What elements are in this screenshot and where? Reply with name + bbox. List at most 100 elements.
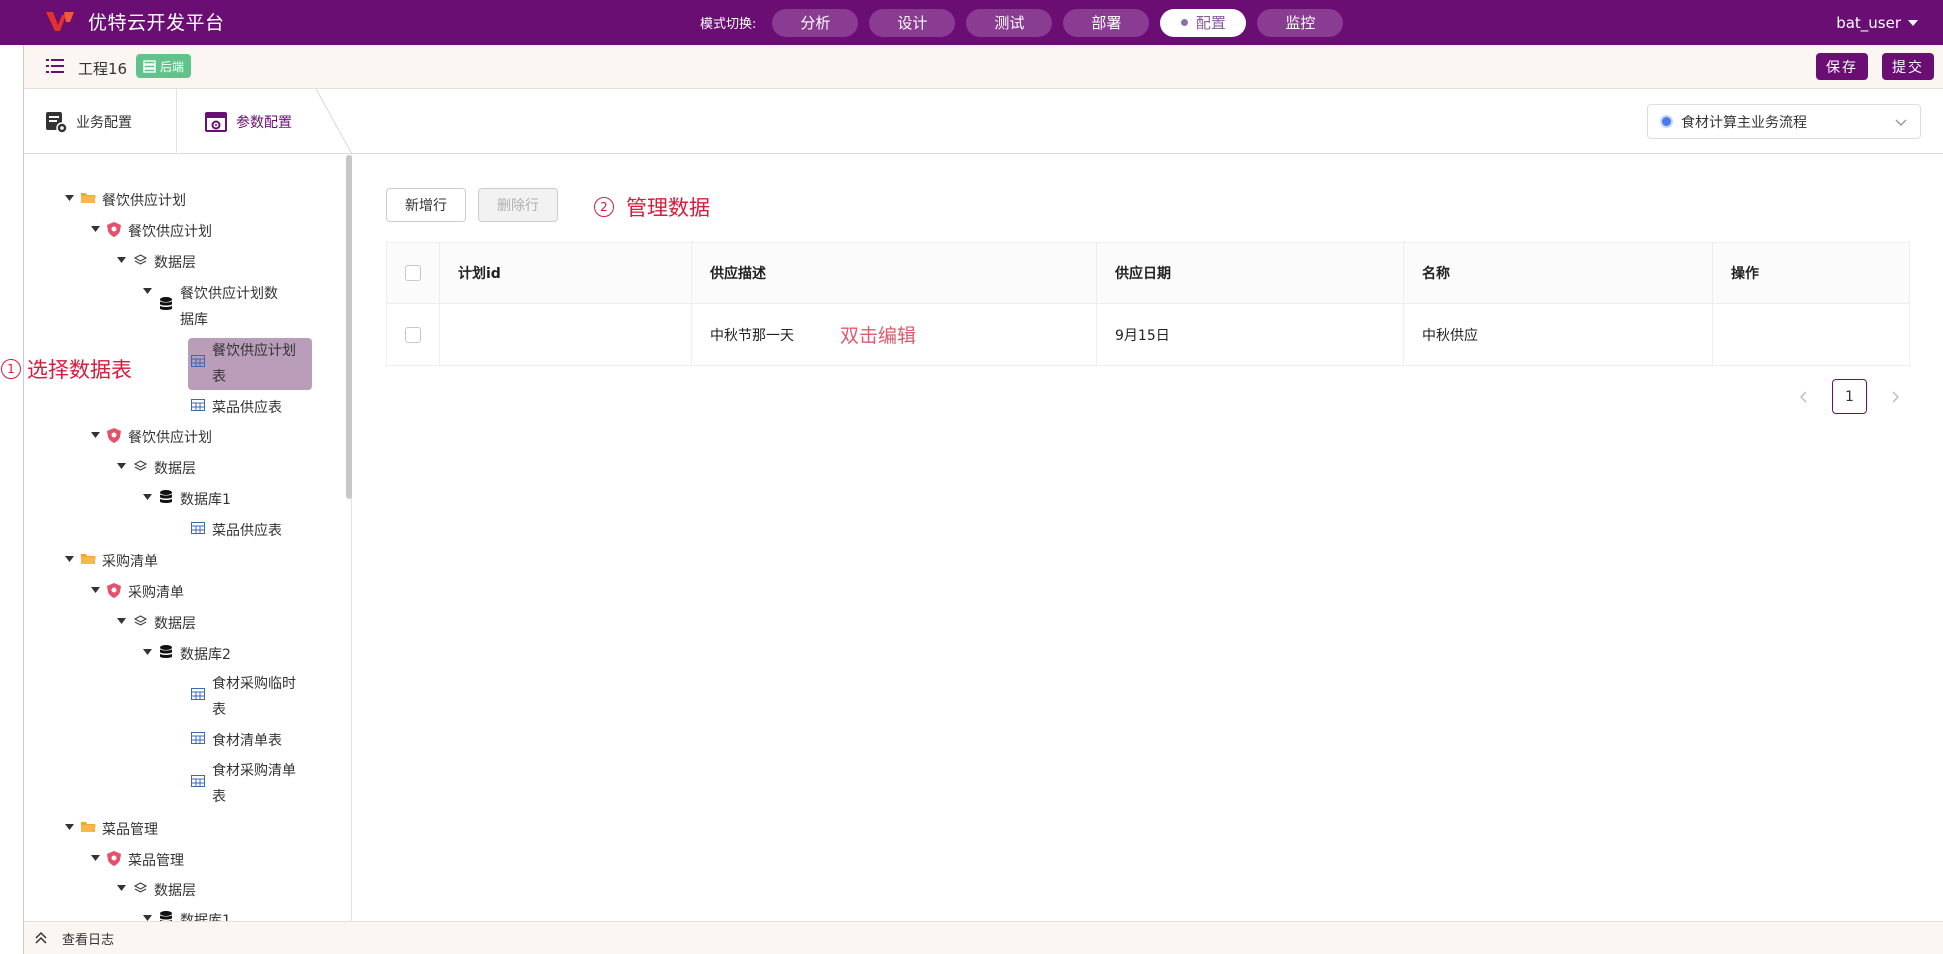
caret-down-icon[interactable] [142,642,152,662]
list-menu-icon[interactable] [46,58,64,74]
chevron-left-icon[interactable] [1796,389,1812,405]
tree-node-table[interactable]: 食材采购清单表 [190,758,296,810]
table-row[interactable]: 中秋节那一天 双击编辑 9月15日 中秋供应 [387,304,1909,365]
column-header[interactable]: 供应日期 [1097,243,1404,303]
caret-down-icon[interactable] [116,611,126,631]
server-icon [143,59,156,73]
tree-node-database[interactable]: 数据库1 [142,487,231,513]
backend-badge: 后端 [136,54,192,78]
folder-icon [80,549,96,569]
tree-node-layer[interactable]: 数据层 [116,250,196,276]
column-header[interactable]: 计划id [440,243,692,303]
tree-node-folder[interactable]: 餐饮供应计划 [64,188,186,214]
add-row-button[interactable]: 新增行 [386,188,466,222]
table-header-row: 计划id 供应描述 供应日期 名称 操作 [387,243,1909,304]
cell-actions[interactable] [1713,304,1909,365]
cell-supply-desc[interactable]: 中秋节那一天 双击编辑 [692,304,1097,365]
caret-down-icon[interactable] [116,250,126,270]
caret-down-icon[interactable] [142,487,152,507]
app-title: 优特云开发平台 [88,12,225,34]
mode-tab-analysis[interactable]: 分析 [772,8,859,37]
save-button[interactable]: 保存 [1816,53,1868,80]
mode-tab-design[interactable]: 设计 [869,8,956,37]
table-icon [190,771,206,791]
tab-business-config[interactable]: 业务配置 [44,89,132,154]
caret-down-icon[interactable] [90,848,100,868]
param-config-icon [205,111,227,132]
caret-down-icon[interactable] [64,549,74,569]
cell-plan-id[interactable] [440,304,692,365]
tree-node-layer[interactable]: 数据层 [116,611,196,637]
shield-icon [106,848,122,868]
data-table: 计划id 供应描述 供应日期 名称 操作 中秋节那一天 双击编辑 9月15日 中… [386,242,1910,366]
tree-node-table-selected[interactable]: 餐饮供应计划表 [188,338,312,390]
tree-node-database[interactable]: 数据库2 [142,642,231,668]
database-icon [158,294,174,314]
tree-node-database[interactable]: 餐饮供应计划数 据库 [142,281,351,333]
tree-node-module[interactable]: 餐饮供应计划 [90,425,212,451]
select-all-checkbox[interactable] [405,265,421,281]
mode-tab-monitor[interactable]: 监控 [1257,8,1344,37]
mode-tab-deploy[interactable]: 部署 [1063,8,1150,37]
folder-icon [80,188,96,208]
row-checkbox[interactable] [405,326,421,343]
chevron-right-icon[interactable] [1887,389,1903,405]
double-chevron-up-icon[interactable] [34,931,48,945]
tree-node-layer[interactable]: 数据层 [116,878,196,904]
tree-node-database[interactable]: 数据库1 [142,908,231,921]
pagination: 1 [1796,379,1903,414]
column-header[interactable]: 供应描述 [692,243,1097,303]
tree-node-table[interactable]: 菜品供应表 [190,518,282,544]
business-config-icon [46,111,68,134]
tree-node-layer[interactable]: 数据层 [116,456,196,482]
tree-node-table[interactable]: 食材清单表 [190,728,282,754]
table-icon [190,395,206,415]
tab-slant-divider [316,89,353,154]
log-bar[interactable]: 查看日志 [24,921,1943,954]
caret-down-icon[interactable] [142,281,152,301]
mode-tab-test[interactable]: 测试 [966,8,1053,37]
table-icon [190,684,206,704]
flow-select[interactable]: 食材计算主业务流程 [1647,104,1921,139]
cell-supply-date[interactable]: 9月15日 [1097,304,1404,365]
tab-param-config[interactable]: 参数配置 [204,89,292,154]
user-menu[interactable]: bat_user [1836,0,1919,45]
layers-icon [132,611,148,631]
database-icon [158,908,174,921]
delete-row-button[interactable]: 删除行 [478,188,558,222]
caret-down-icon[interactable] [90,219,100,239]
data-tree: 餐饮供应计划 餐饮供应计划 数据层 餐饮供应计划数 据库 餐饮供应计划表 菜品供应… [24,155,352,921]
tree-node-module[interactable]: 餐饮供应计划 [90,219,212,245]
mode-tab-config[interactable]: 配置 [1160,8,1247,37]
caret-down-icon[interactable] [116,456,126,476]
caret-down-icon[interactable] [116,878,126,898]
app-window: 优特云开发平台 模式切换: 分析 设计 测试 部署 配置 监控 bat_user… [0,0,1943,954]
submit-button[interactable]: 提交 [1882,53,1934,80]
annotation-double-click-edit: 双击编辑 [840,325,917,347]
tree-node-module[interactable]: 菜品管理 [90,848,184,874]
sidebar-scrollbar[interactable] [346,155,352,499]
tree-node-table[interactable]: 食材采购临时表 [190,671,296,723]
caret-down-icon[interactable] [142,908,152,921]
brand: 优特云开发平台 [44,8,225,35]
tree-node-table[interactable]: 菜品供应表 [190,395,282,421]
active-dot-icon [1180,19,1188,26]
column-header: 操作 [1731,266,1759,282]
chevron-down-icon [1895,119,1907,126]
folder-icon [80,817,96,837]
caret-down-icon[interactable] [64,188,74,208]
cell-name[interactable]: 中秋供应 [1404,304,1713,365]
tree-node-folder[interactable]: 采购清单 [64,549,158,575]
caret-down-icon[interactable] [90,425,100,445]
header-checkbox-cell [387,243,440,303]
tree-node-folder[interactable]: 菜品管理 [64,817,158,843]
annotation-select-table: 1 选择数据表 [1,354,132,384]
caret-down-icon[interactable] [64,817,74,837]
tab-divider [176,89,177,154]
page-number-current[interactable]: 1 [1832,379,1867,414]
view-log-label: 查看日志 [62,932,115,948]
tree-node-module[interactable]: 采购清单 [90,580,184,606]
column-header[interactable]: 名称 [1404,243,1713,303]
caret-down-icon[interactable] [90,580,100,600]
project-bar: 工程16 后端 保存 提交 [24,45,1943,89]
